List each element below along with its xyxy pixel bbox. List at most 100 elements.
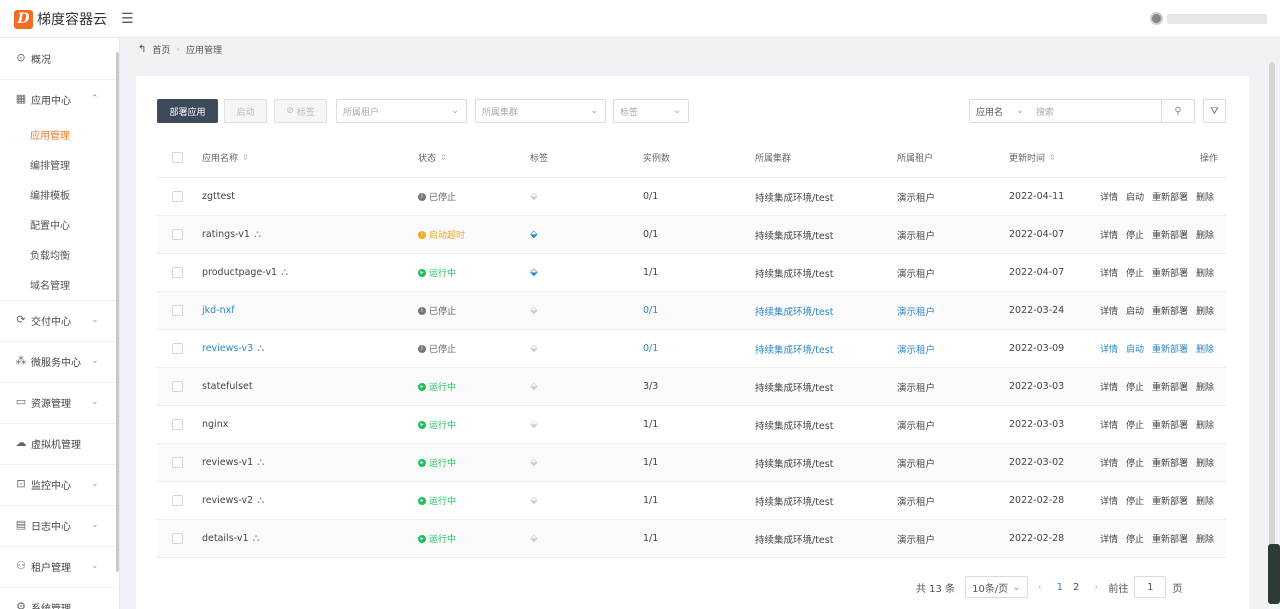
table-row[interactable]: zgttest i 已停止 ⬙ 0/1 持续集成环境/test 演示租户 2022-04-11…	[157, 178, 1226, 216]
sidebar-item-system-management[interactable]: ⚙ 系统管理	[0, 599, 116, 609]
sidebar-subitem-app-management[interactable]: 应用管理	[30, 127, 70, 142]
row-action-3[interactable]: 删除	[1196, 190, 1214, 203]
row-action-0[interactable]: 详情	[1100, 380, 1118, 393]
search-icon[interactable]: ⚲	[1161, 99, 1195, 123]
row-action-1[interactable]: 停止	[1126, 494, 1144, 507]
row-checkbox[interactable]	[172, 495, 183, 506]
table-row[interactable]: productpage-v1 ⛬ ▸ 运行中 ⬙ 1/1 持续集成环境/test 演示租户 20…	[157, 254, 1226, 292]
column-updated[interactable]: 更新时间 ⇕	[1009, 138, 1056, 177]
app-name[interactable]: reviews-v1	[202, 457, 253, 468]
cluster-select[interactable]: 所属集群 ⌄	[475, 99, 606, 123]
breadcrumb-home[interactable]: 首页	[152, 43, 170, 56]
table-row[interactable]: reviews-v1 ⛬ ▸ 运行中 ⬙ 1/1 持续集成环境/test 演示租户 2022-0…	[157, 444, 1226, 482]
tag-icon[interactable]: ⬙	[530, 419, 538, 430]
app-name[interactable]: reviews-v2	[202, 495, 253, 506]
row-action-2[interactable]: 重新部署	[1152, 380, 1188, 393]
deploy-app-button[interactable]: 部署应用	[157, 99, 218, 123]
app-name[interactable]: ratings-v1	[202, 229, 250, 240]
row-action-0[interactable]: 详情	[1100, 342, 1118, 355]
tag-icon[interactable]: ⬙	[530, 343, 538, 354]
row-action-0[interactable]: 详情	[1100, 228, 1118, 241]
filter-icon[interactable]: ⛛	[1203, 99, 1226, 123]
row-action-1[interactable]: 停止	[1126, 418, 1144, 431]
sidebar-item-resource-management[interactable]: ▭ 资源管理 ⌄	[0, 394, 116, 410]
row-action-1[interactable]: 停止	[1126, 456, 1144, 469]
row-checkbox[interactable]	[172, 267, 183, 278]
column-name[interactable]: 应用名称 ⇕	[202, 138, 249, 177]
avatar[interactable]	[1150, 12, 1163, 25]
tenant-select[interactable]: 所属租户 ⌄	[336, 99, 467, 123]
row-checkbox[interactable]	[172, 343, 183, 354]
app-name[interactable]: details-v1	[202, 533, 249, 544]
sidebar-item-microservice-center[interactable]: ⁂ 微服务中心 ⌄	[0, 353, 116, 369]
sidebar-item-overview[interactable]: ⊙ 概况	[0, 50, 116, 66]
row-action-3[interactable]: 删除	[1196, 228, 1214, 241]
table-row[interactable]: reviews-v3 ⛬ i 已停止 ⬙ 0/1 持续集成环境/test 演示租户 2022-0…	[157, 330, 1226, 368]
menu-toggle-icon[interactable]: ☰	[121, 11, 134, 27]
row-action-2[interactable]: 重新部署	[1152, 342, 1188, 355]
sidebar-item-delivery-center[interactable]: ⟳ 交付中心 ⌄	[0, 312, 116, 328]
tag-icon[interactable]: ⬙	[530, 381, 538, 392]
tag-icon[interactable]: ⬙	[530, 457, 538, 468]
page-2[interactable]: 2	[1073, 582, 1079, 593]
row-action-3[interactable]: 删除	[1196, 494, 1214, 507]
row-checkbox[interactable]	[172, 419, 183, 430]
row-action-3[interactable]: 删除	[1196, 342, 1214, 355]
scrollbar-thumb[interactable]	[1269, 62, 1275, 602]
table-row[interactable]: ratings-v1 ⛬ i 启动超时 ⬙ 0/1 持续集成环境/test 演示租户 2022-…	[157, 216, 1226, 254]
tag-icon[interactable]: ⬙	[530, 229, 538, 240]
next-page-icon[interactable]: ›	[1094, 582, 1098, 593]
app-name[interactable]: productpage-v1	[202, 267, 277, 278]
row-action-1[interactable]: 停止	[1126, 266, 1144, 279]
table-row[interactable]: reviews-v2 ⛬ ▸ 运行中 ⬙ 1/1 持续集成环境/test 演示租户 2022-0…	[157, 482, 1226, 520]
start-button[interactable]: 启动	[224, 99, 267, 123]
row-action-3[interactable]: 删除	[1196, 418, 1214, 431]
search-type-select[interactable]: 应用名 ⌄	[969, 99, 1031, 123]
sidebar-item-monitor-center[interactable]: ⊡ 监控中心 ⌄	[0, 476, 116, 492]
app-name[interactable]: reviews-v3	[202, 343, 253, 354]
page-1[interactable]: 1	[1057, 582, 1063, 593]
tag-button[interactable]: ⊘ 标签	[274, 99, 327, 123]
row-action-1[interactable]: 启动	[1126, 190, 1144, 203]
select-all-checkbox[interactable]	[172, 152, 183, 163]
row-action-2[interactable]: 重新部署	[1152, 266, 1188, 279]
row-checkbox[interactable]	[172, 533, 183, 544]
sidebar-scrollbar[interactable]	[116, 52, 119, 572]
sidebar-subitem-domains[interactable]: 域名管理	[30, 277, 70, 292]
row-action-0[interactable]: 详情	[1100, 494, 1118, 507]
sidebar-subitem-config-center[interactable]: 配置中心	[30, 217, 70, 232]
user-menu[interactable]	[1150, 12, 1267, 25]
row-checkbox[interactable]	[172, 457, 183, 468]
row-action-3[interactable]: 删除	[1196, 266, 1214, 279]
row-checkbox[interactable]	[172, 191, 183, 202]
tag-icon[interactable]: ⬙	[530, 267, 538, 278]
table-row[interactable]: details-v1 ⛬ ▸ 运行中 ⬙ 1/1 持续集成环境/test 演示租户 2022-0…	[157, 520, 1226, 558]
tag-icon[interactable]: ⬙	[530, 191, 538, 202]
table-row[interactable]: statefulset ▸ 运行中 ⬙ 3/3 持续集成环境/test 演示租户 2022-0…	[157, 368, 1226, 406]
row-action-3[interactable]: 删除	[1196, 304, 1214, 317]
sidebar-item-log-center[interactable]: ▤ 日志中心 ⌄	[0, 517, 116, 533]
row-checkbox[interactable]	[172, 229, 183, 240]
row-action-3[interactable]: 删除	[1196, 380, 1214, 393]
sidebar-item-vm-management[interactable]: ☁ 虚拟机管理	[0, 435, 116, 451]
app-name[interactable]: zgttest	[202, 191, 235, 202]
page-scrollbar[interactable]	[1268, 62, 1276, 609]
row-action-2[interactable]: 重新部署	[1152, 418, 1188, 431]
row-action-2[interactable]: 重新部署	[1152, 228, 1188, 241]
row-action-0[interactable]: 详情	[1100, 304, 1118, 317]
row-action-3[interactable]: 删除	[1196, 456, 1214, 469]
row-action-2[interactable]: 重新部署	[1152, 456, 1188, 469]
row-action-2[interactable]: 重新部署	[1152, 532, 1188, 545]
sidebar-subitem-orchestration[interactable]: 编排管理	[30, 157, 70, 172]
sidebar-subitem-templates[interactable]: 编排模板	[30, 187, 70, 202]
row-action-0[interactable]: 详情	[1100, 532, 1118, 545]
row-action-0[interactable]: 详情	[1100, 418, 1118, 431]
row-action-0[interactable]: 详情	[1100, 190, 1118, 203]
row-action-1[interactable]: 启动	[1126, 304, 1144, 317]
row-action-2[interactable]: 重新部署	[1152, 304, 1188, 317]
back-arrow-icon[interactable]: ↰	[138, 44, 146, 55]
tag-icon[interactable]: ⬙	[530, 495, 538, 506]
tag-icon[interactable]: ⬙	[530, 305, 538, 316]
sidebar-subitem-load-balancer[interactable]: 负载均衡	[30, 247, 70, 262]
logo[interactable]: D 梯度容器云	[14, 9, 107, 29]
